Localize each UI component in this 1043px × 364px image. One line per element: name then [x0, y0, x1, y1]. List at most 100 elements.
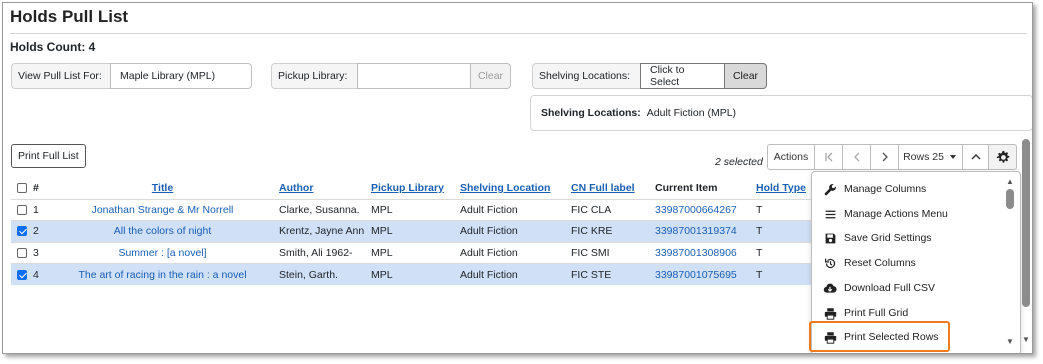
page-scrollbar[interactable]: ▼	[1020, 139, 1032, 353]
cell-num: 3	[33, 241, 49, 264]
cloud-download-icon	[822, 281, 838, 295]
menu-item-download-full-csv[interactable]: Download Full CSV	[822, 281, 935, 295]
menu-item-manage-columns[interactable]: Manage Columns	[822, 182, 926, 196]
row-checkbox[interactable]	[17, 226, 27, 237]
view-pull-list-select[interactable]: Maple Library (MPL)	[110, 63, 252, 89]
header-author[interactable]: Author	[276, 177, 367, 199]
pickup-library-input[interactable]	[357, 63, 471, 89]
table-row[interactable]: 3 Summer : [a novel] Smith, Ali 1962- MPL Ad…	[11, 241, 811, 264]
selected-count: 2 selected	[715, 156, 763, 168]
title-divider	[10, 33, 1027, 34]
shelving-locations-label: Shelving Locations:	[532, 63, 640, 89]
cell-cn-full-label: FIC SMI	[571, 241, 655, 264]
next-page-button[interactable]	[871, 144, 899, 170]
cell-cn-full-label: FIC KRE	[571, 220, 655, 242]
cell-title[interactable]: The art of racing in the rain : a novel	[49, 263, 276, 285]
menu-item-reset-columns[interactable]: Reset Columns	[822, 256, 916, 270]
shelving-clear-button[interactable]: Clear	[725, 63, 767, 89]
grid-settings-button[interactable]	[989, 144, 1017, 170]
holds-pull-list-page: Holds Pull List Holds Count: 4 View Pull…	[2, 2, 1033, 354]
cell-hold-type: T	[756, 241, 811, 264]
menu-item-label: Reset Columns	[844, 257, 916, 269]
cell-title[interactable]: Jonathan Strange & Mr Norrell	[49, 198, 276, 221]
shelving-summary-value: Adult Fiction (MPL)	[646, 107, 737, 119]
grid-body: 1 Jonathan Strange & Mr Norrell Clarke, Su…	[11, 198, 811, 285]
menu-item-label: Save Grid Settings	[844, 232, 932, 244]
header-pickup-library[interactable]: Pickup Library	[367, 177, 460, 199]
holds-grid: # Title Author Pickup Library Shelving L…	[11, 177, 811, 285]
history-icon	[822, 256, 838, 270]
header-shelving-location[interactable]: Shelving Location	[460, 177, 571, 199]
menu-item-manage-actions-menu[interactable]: Manage Actions Menu	[822, 207, 948, 221]
menu-item-label: Print Full Grid	[844, 307, 909, 319]
cell-author: Stein, Garth.	[276, 263, 367, 285]
menu-item-label: Manage Actions Menu	[844, 208, 948, 220]
chevron-up-icon	[971, 154, 980, 160]
cell-shelving-location: Adult Fiction	[460, 241, 571, 264]
page-scroll-thumb[interactable]	[1022, 139, 1030, 307]
scroll-up-arrow-icon[interactable]: ▲	[1006, 177, 1014, 186]
menu-scroll-thumb[interactable]	[1006, 189, 1014, 209]
rows-per-page-dropdown[interactable]: Rows 25	[899, 144, 963, 170]
row-checkbox[interactable]	[17, 247, 27, 258]
cell-title[interactable]: All the colors of night	[49, 220, 276, 242]
actions-button[interactable]: Actions	[767, 144, 815, 170]
cell-title[interactable]: Summer : [a novel]	[49, 241, 276, 264]
menu-item-print-full-grid[interactable]: Print Full Grid	[822, 306, 908, 320]
header-num: #	[33, 181, 39, 194]
cell-pickup-library: MPL	[367, 263, 460, 285]
menu-item-save-grid-settings[interactable]: Save Grid Settings	[822, 231, 932, 245]
menu-scrollbar[interactable]: ▲ ▼	[1003, 175, 1017, 353]
prev-page-button[interactable]	[843, 144, 871, 170]
page-scroll-down-icon[interactable]: ▼	[1022, 335, 1030, 344]
cell-current-item[interactable]: 33987001308906	[655, 241, 756, 264]
table-row[interactable]: 1 Jonathan Strange & Mr Norrell Clarke, Su…	[11, 198, 811, 221]
shelving-locations-group: Shelving Locations: Click to Select Clea…	[532, 63, 767, 89]
shelving-summary-label: Shelving Locations:	[541, 107, 641, 119]
pickup-library-label: Pickup Library:	[271, 63, 357, 89]
cell-author: Krentz, Jayne Ann	[276, 220, 367, 242]
menu-item-label: Manage Columns	[844, 183, 927, 195]
holds-count: Holds Count: 4	[10, 40, 96, 54]
cell-current-item[interactable]: 33987001319374	[655, 220, 756, 242]
cell-hold-type: T	[756, 198, 811, 221]
cell-hold-type: T	[756, 220, 811, 242]
table-row[interactable]: 2 All the colors of night Krentz, Jayne An…	[11, 220, 811, 242]
cell-cn-full-label: FIC STE	[571, 263, 655, 285]
shelving-select-button[interactable]: Click to Select	[640, 63, 725, 89]
row-select-cell	[11, 220, 33, 242]
cell-shelving-location: Adult Fiction	[460, 198, 571, 221]
cell-num: 2	[33, 220, 49, 242]
header-title[interactable]: Title	[49, 177, 276, 199]
cell-pickup-library: MPL	[367, 198, 460, 221]
cell-num: 1	[33, 198, 49, 221]
cell-author: Smith, Ali 1962-	[276, 241, 367, 264]
cell-author: Clarke, Susanna.	[276, 198, 367, 221]
grid-header-row: # Title Author Pickup Library Shelving L…	[11, 177, 811, 199]
header-hold-type[interactable]: Hold Type	[756, 177, 811, 199]
cell-shelving-location: Adult Fiction	[460, 220, 571, 242]
list-icon	[822, 207, 838, 221]
save-icon	[822, 231, 838, 245]
select-all-checkbox[interactable]	[17, 182, 27, 193]
collapse-button[interactable]	[963, 144, 989, 170]
row-checkbox[interactable]	[17, 269, 27, 280]
cell-current-item[interactable]: 33987000664267	[655, 198, 756, 221]
row-select-cell	[11, 241, 33, 264]
row-select-cell	[11, 263, 33, 285]
cell-shelving-location: Adult Fiction	[460, 263, 571, 285]
grid-toolbar: Actions Rows 25	[767, 144, 1017, 170]
row-checkbox[interactable]	[17, 204, 27, 215]
header-cn-full-label[interactable]: CN Full label	[571, 177, 655, 199]
cell-num: 4	[33, 263, 49, 285]
cell-hold-type: T	[756, 263, 811, 285]
scroll-down-arrow-icon[interactable]: ▼	[1006, 337, 1014, 346]
cell-cn-full-label: FIC CLA	[571, 198, 655, 221]
first-page-icon	[824, 152, 832, 162]
cell-current-item[interactable]: 33987001075695	[655, 263, 756, 285]
table-row[interactable]: 4 The art of racing in the rain : a novel…	[11, 263, 811, 285]
pickup-clear-button[interactable]: Clear	[471, 63, 511, 89]
row-select-cell	[11, 198, 33, 221]
first-page-button[interactable]	[815, 144, 843, 170]
print-full-list-button[interactable]: Print Full List	[11, 144, 86, 168]
